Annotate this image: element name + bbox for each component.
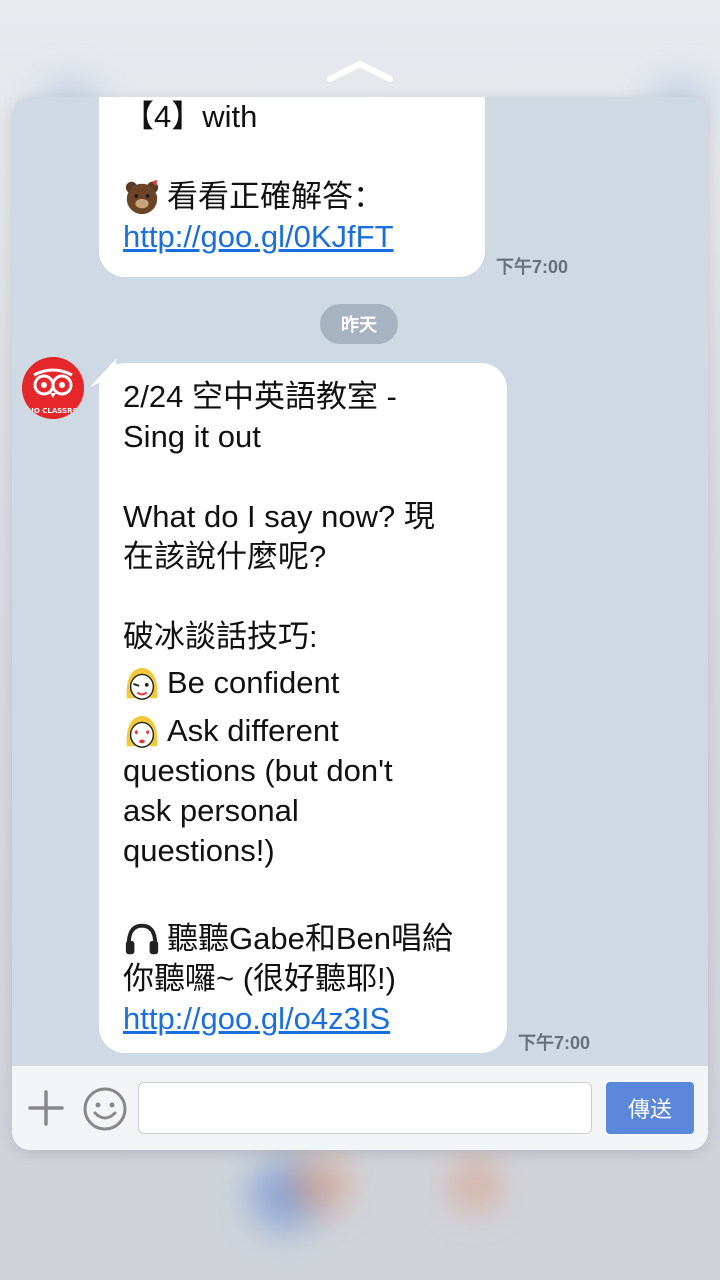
message-text: 看看正確解答： [167,179,384,214]
message-text: Be confident [167,665,340,700]
background-blur [450,1160,500,1210]
avatar-text: RADIO CLASSROOM [22,407,84,415]
message-bubble: 【4】with 看看正確解答： http://goo.gl/0KJfFT [99,97,485,277]
date-separator: 昨天 [320,304,398,344]
message-text: What do I say now? 現 [123,499,435,534]
message-text: 2/24 空中英語教室 - [123,379,397,414]
brown-bear-icon [125,179,159,215]
message-text: questions (but don't [123,753,393,788]
message-text: 你聽囉~ (很好聽耶!) [123,961,396,996]
message-time: 下午7:00 [496,257,569,277]
message-link[interactable]: http://goo.gl/o4z3IS [123,999,390,1039]
girl-wink-icon [126,667,158,700]
message-text: Ask different [167,713,339,748]
message-text: questions!) [123,833,275,868]
plus-icon[interactable] [26,1088,66,1128]
collapse-chevron-icon[interactable] [327,60,393,82]
owl-logo-icon: RADIO CLASSROOM [22,357,84,419]
message-text: 在該說什麼呢? [123,539,327,574]
message-time: 下午7:00 [518,1033,591,1053]
message-text: ask personal [123,793,299,828]
message-bubble: 2/24 空中英語教室 - Sing it out What do I say … [99,363,507,1053]
smiley-icon[interactable] [82,1086,128,1132]
chat-window: 【4】with 看看正確解答： http://goo.gl/0KJfFT 下午7… [12,97,708,1150]
message-input[interactable] [138,1082,592,1134]
message-text: 【4】with [123,99,258,134]
headphones-icon [125,923,159,955]
send-button[interactable]: 傳送 [606,1082,694,1134]
message-text: 聽聽Gabe和Ben唱給 [167,921,453,956]
message-text: Sing it out [123,419,261,454]
message-link[interactable]: http://goo.gl/0KJfFT [123,217,394,257]
girl-heart-eyes-icon [126,715,158,748]
background-blur [290,1160,350,1210]
message-text: 破冰談話技巧: [123,619,318,654]
avatar[interactable]: RADIO CLASSROOM [22,357,84,419]
input-bar: 傳送 [12,1065,708,1150]
